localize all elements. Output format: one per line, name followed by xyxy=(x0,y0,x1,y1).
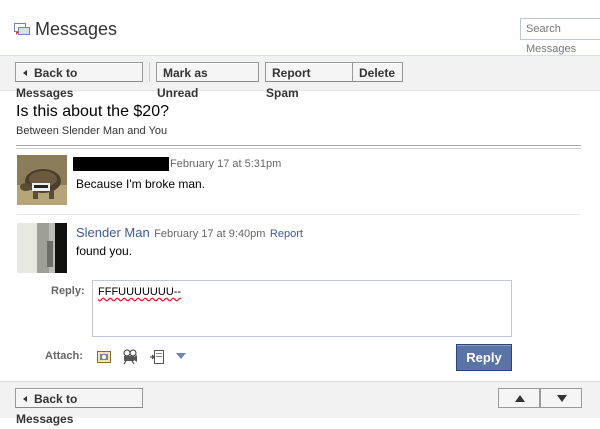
message-header: Slender Man February 17 at 9:40pm Report xyxy=(76,224,303,242)
next-message-button[interactable] xyxy=(540,388,582,408)
toolbar-divider xyxy=(149,62,150,82)
message-text: Because I'm broke man. xyxy=(76,177,206,191)
page-header: Messages xyxy=(0,0,600,56)
mark-as-unread-button[interactable]: Mark as Unread xyxy=(156,62,259,100)
messages-icon xyxy=(14,23,30,35)
reply-textarea[interactable]: FFFUUUUUUU-- xyxy=(92,280,512,337)
previous-message-button[interactable] xyxy=(498,388,540,408)
thread-participants: Between Slender Man and You xyxy=(16,125,168,137)
arrow-up-icon xyxy=(515,395,525,402)
attach-photo-icon[interactable] xyxy=(96,349,112,365)
arrow-down-icon xyxy=(557,395,567,402)
back-arrow-icon xyxy=(23,395,27,402)
back-to-messages-button[interactable]: Back to Messages xyxy=(15,62,143,100)
reply-label: Reply: xyxy=(51,285,85,297)
report-link[interactable]: Report xyxy=(270,228,303,240)
thread-subject: Is this about the $20? xyxy=(16,103,169,120)
attach-more-dropdown-icon[interactable] xyxy=(176,351,186,361)
message-divider xyxy=(17,214,580,215)
thread-divider xyxy=(16,145,581,146)
thread-divider-secondary xyxy=(16,148,581,149)
redacted-author-name xyxy=(73,157,169,171)
reply-button[interactable]: Reply xyxy=(456,344,512,371)
back-arrow-icon xyxy=(23,69,27,76)
attach-video-icon[interactable] xyxy=(122,349,138,365)
avatar-slender-man[interactable] xyxy=(17,223,67,273)
reply-text: FFFUUUUUUU-- xyxy=(98,286,182,298)
message-author[interactable]: Slender Man xyxy=(76,225,150,240)
message-timestamp: February 17 at 5:31pm xyxy=(170,158,282,170)
avatar-turtle[interactable] xyxy=(17,155,67,205)
page-title: Messages xyxy=(35,19,118,39)
delete-button[interactable]: Delete xyxy=(352,62,403,82)
search-input[interactable]: Search Messages xyxy=(520,18,600,55)
attach-label: Attach: xyxy=(45,350,83,362)
message-text: found you. xyxy=(76,244,133,258)
report-spam-button[interactable]: Report Spam xyxy=(265,62,353,100)
attach-link-icon[interactable] xyxy=(149,349,165,365)
message-timestamp: February 17 at 9:40pm xyxy=(154,228,266,240)
back-to-messages-button-footer[interactable]: Back to Messages xyxy=(15,388,143,426)
